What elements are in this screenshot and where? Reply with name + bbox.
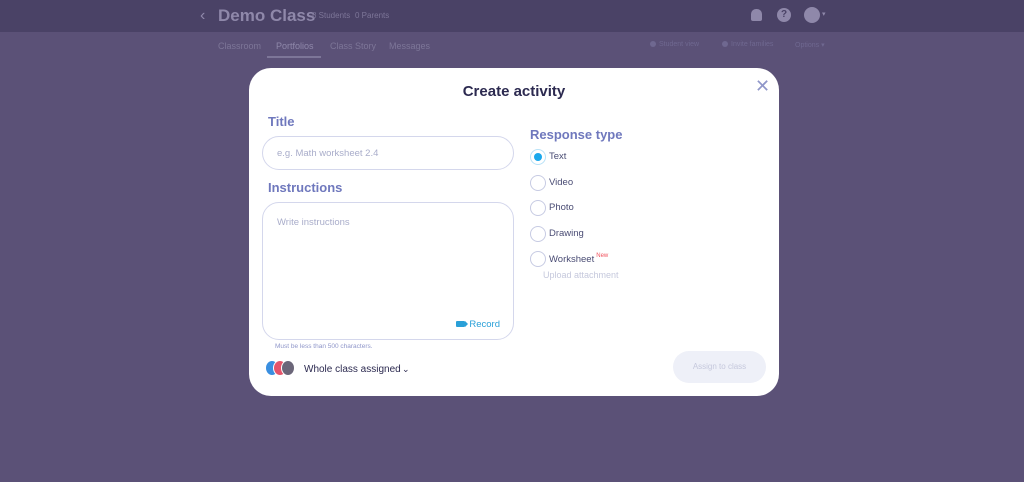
tab-class-story[interactable]: Class Story [330, 41, 376, 51]
record-button[interactable]: Record [456, 319, 500, 330]
response-option-label: Video [549, 177, 574, 188]
user-avatar[interactable] [804, 7, 820, 23]
bell-icon[interactable] [751, 9, 762, 21]
assign-to-class-button[interactable]: Assign to class [673, 351, 766, 383]
tab-messages[interactable]: Messages [389, 41, 430, 51]
invite-icon [722, 41, 728, 47]
tab-portfolios[interactable]: Portfolios [276, 41, 314, 51]
instructions-label: Instructions [268, 180, 343, 195]
student-view-link[interactable]: Student view [650, 41, 699, 48]
record-label: Record [469, 319, 500, 330]
close-icon[interactable]: ✕ [755, 77, 770, 95]
instructions-box: Record [262, 202, 514, 340]
modal-title: Create activity [462, 83, 566, 100]
worksheet-label: Worksheet [549, 254, 595, 265]
response-option-label: Text [549, 151, 567, 162]
create-activity-modal: Create activity ✕ Title Instructions Rec… [249, 68, 779, 396]
radio-button[interactable] [530, 149, 546, 165]
invite-families-label: Invite families [731, 41, 774, 48]
parent-count[interactable]: 0 Parents [355, 11, 389, 20]
student-avatar [281, 360, 295, 376]
character-limit-hint: Must be less than 500 characters. [275, 343, 373, 350]
class-avatars [265, 360, 297, 380]
radio-button[interactable] [530, 251, 546, 267]
monitor-icon [650, 41, 656, 47]
options-menu[interactable]: Options ▾ [795, 41, 825, 49]
top-bar: ‹ Demo Class 8 Students 0 Parents ? ▾ [0, 0, 1024, 32]
class-tabs: Classroom Portfolios Class Story Message… [0, 32, 1024, 60]
student-count[interactable]: 8 Students [312, 11, 350, 20]
title-input[interactable] [262, 136, 514, 170]
radio-button[interactable] [530, 175, 546, 191]
class-title: Demo Class [218, 6, 316, 25]
chevron-down-icon[interactable]: ⌄ [402, 364, 410, 375]
back-arrow-icon[interactable]: ‹ [200, 7, 205, 25]
response-option-label: Photo [549, 202, 574, 213]
response-option-label: Drawing [549, 228, 584, 239]
radio-button[interactable] [530, 200, 546, 216]
caret-down-icon[interactable]: ▾ [822, 10, 826, 18]
tab-classroom[interactable]: Classroom [218, 41, 261, 51]
response-type-label: Response type [530, 127, 623, 142]
help-icon[interactable]: ? [777, 8, 791, 22]
active-tab-underline [267, 56, 321, 58]
upload-attachment-link[interactable]: Upload attachment [543, 270, 619, 280]
new-badge: New [596, 253, 609, 259]
video-camera-icon [456, 321, 469, 327]
response-option-label: Worksheet New [549, 253, 608, 265]
invite-families-link[interactable]: Invite families [722, 41, 773, 48]
title-label: Title [268, 114, 295, 129]
student-view-label: Student view [659, 41, 700, 48]
radio-button[interactable] [530, 226, 546, 242]
assignee-selector[interactable]: Whole class assigned [304, 364, 401, 375]
